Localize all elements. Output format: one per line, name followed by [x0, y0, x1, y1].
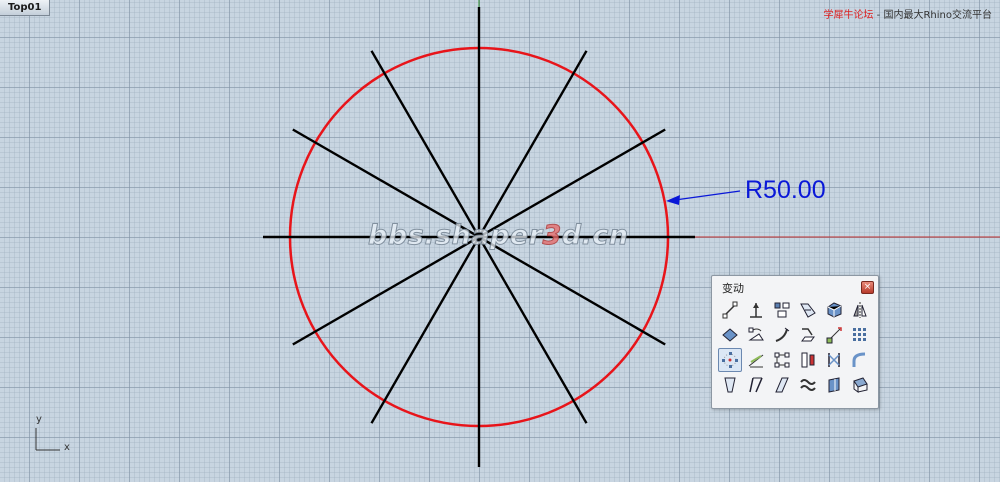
shear-tool-button[interactable] — [744, 348, 768, 372]
smooth-tool-button[interactable] — [796, 373, 820, 397]
project-tool-button[interactable] — [796, 323, 820, 347]
scale-icon — [800, 303, 816, 318]
splop-tool-button[interactable] — [822, 373, 846, 397]
radius-dimension-leader[interactable] — [674, 190, 741, 201]
array-icon — [853, 328, 866, 341]
polar-array-icon — [722, 352, 738, 368]
axis-x-label: x — [64, 442, 70, 453]
copy-icon — [750, 303, 762, 318]
twist-tool-button[interactable] — [822, 348, 846, 372]
stretch-tool-button[interactable] — [744, 373, 768, 397]
array-surface-tool-button[interactable] — [796, 348, 820, 372]
copy-tool-button[interactable] — [744, 298, 768, 322]
move-icon — [722, 301, 738, 319]
orient-tool-button[interactable] — [718, 323, 742, 347]
box-edit-tool-button[interactable] — [822, 298, 846, 322]
project-icon — [801, 328, 815, 342]
cage-edit-tool-button[interactable] — [848, 373, 872, 397]
flow-tool-button[interactable] — [848, 348, 872, 372]
smooth-icon — [800, 379, 816, 391]
set-points-tool-button[interactable] — [822, 323, 846, 347]
transform-toolbar[interactable]: 变动 × — [711, 275, 879, 409]
stretch-icon — [749, 377, 763, 393]
watermark-prefix: bbs.shaper — [367, 220, 543, 252]
radius-dimension-arrow — [666, 195, 680, 205]
bend-icon — [775, 327, 790, 342]
rotate-tool-button[interactable] — [744, 323, 768, 347]
orient-icon — [722, 328, 738, 342]
toolbar-header[interactable]: 变动 × — [712, 276, 878, 296]
taper-tool-button[interactable] — [718, 373, 742, 397]
flow-icon — [852, 352, 866, 367]
forum-watermark: bbs.shaper3d.cn — [367, 220, 629, 252]
close-icon[interactable]: × — [861, 281, 874, 294]
skew-tool-button[interactable] — [770, 373, 794, 397]
rotate-icon — [748, 327, 764, 341]
skew-icon — [775, 377, 789, 393]
radius-dimension-text[interactable]: R50.00 — [745, 176, 826, 205]
move-tool-button[interactable] — [718, 298, 742, 322]
align-tool-button[interactable] — [770, 298, 794, 322]
box-icon — [827, 302, 842, 318]
mirror-icon — [853, 302, 867, 318]
array-surface-icon — [801, 352, 815, 368]
twist-icon — [828, 353, 840, 367]
align-icon — [774, 302, 790, 318]
array-curve-tool-button[interactable] — [770, 348, 794, 372]
axis-y-label: y — [36, 414, 42, 425]
polar-array-tool-button[interactable] — [718, 348, 742, 372]
watermark-suffix: d.cn — [561, 220, 629, 252]
cage-icon — [853, 377, 868, 393]
taper-icon — [724, 377, 736, 393]
mirror-tool-button[interactable] — [848, 298, 872, 322]
array-tool-button[interactable] — [848, 323, 872, 347]
tool-grid — [718, 298, 872, 398]
splop-icon — [828, 377, 840, 393]
shear-icon — [748, 354, 764, 368]
set-points-icon — [826, 327, 842, 344]
watermark-accent: 3 — [542, 220, 562, 252]
toolbar-title: 变动 — [722, 282, 744, 295]
bend-tool-button[interactable] — [770, 323, 794, 347]
scale-tool-button[interactable] — [796, 298, 820, 322]
array-curve-icon — [774, 352, 790, 368]
